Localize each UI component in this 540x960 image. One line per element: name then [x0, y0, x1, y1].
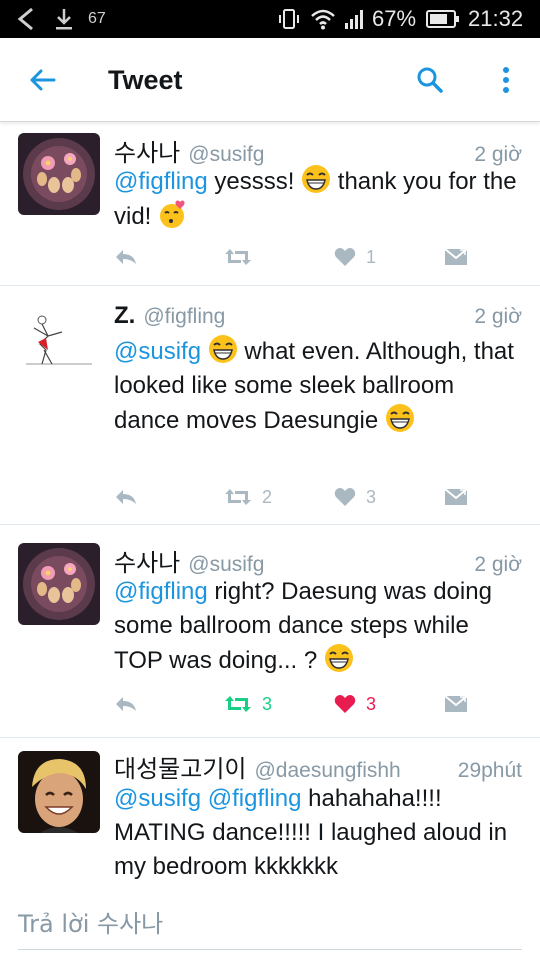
- avatar[interactable]: [18, 751, 100, 833]
- envelope-icon: [444, 248, 468, 265]
- mention-link[interactable]: @figfling: [208, 785, 302, 812]
- grinning-emoji-icon: [324, 644, 353, 672]
- kissing-emoji-icon: [160, 200, 185, 228]
- clock: 21:32: [468, 6, 524, 31]
- retweet-icon: [225, 249, 251, 265]
- tweet-text: @susifg @figfling hahahaha!!!! MATING da…: [114, 782, 522, 884]
- like-button[interactable]: 3: [334, 689, 376, 719]
- tweet-time: 2 giờ: [474, 305, 522, 328]
- text-segment: yessss!: [207, 168, 302, 195]
- mention-link[interactable]: @figfling: [114, 168, 208, 195]
- author-name[interactable]: 대성물고기이: [114, 749, 246, 784]
- reply-icon: [116, 250, 136, 264]
- author-handle[interactable]: @susifg: [188, 553, 264, 577]
- retweet-icon: [225, 489, 251, 505]
- text-segment: [201, 338, 208, 365]
- like-button[interactable]: 3: [334, 482, 376, 512]
- retweet-button[interactable]: [224, 242, 262, 272]
- author-name[interactable]: 수사나: [114, 543, 180, 578]
- wifi-icon: [310, 0, 336, 38]
- download-icon: [54, 0, 74, 38]
- reply-button[interactable]: [114, 242, 138, 272]
- retweet-count: 2: [262, 486, 273, 507]
- tweet-text: @figfling yessss! thank you for the vid!: [114, 164, 522, 234]
- like-count: 1: [366, 246, 377, 267]
- avatar[interactable]: [18, 133, 100, 215]
- grinning-emoji-icon: [208, 335, 237, 363]
- tweet-text: @susifg what even. Although, that looked…: [114, 334, 522, 438]
- overflow-menu-button[interactable]: [490, 60, 522, 100]
- text-segment: [201, 785, 208, 812]
- vibrate-icon: [278, 0, 300, 38]
- mention-link[interactable]: @figfling: [114, 578, 208, 605]
- reply-placeholder: Trả lời 수사나: [18, 910, 164, 938]
- avatar[interactable]: [18, 306, 100, 388]
- tweet[interactable]: Z. @figfling 2 giờ @susifg what even. Al…: [0, 286, 540, 524]
- battery-icon: [426, 0, 460, 38]
- retweet-icon: [225, 696, 251, 712]
- signal-icon: [344, 0, 366, 38]
- tweet-actions: 3 3: [114, 689, 522, 719]
- reply-icon: [116, 490, 136, 504]
- like-count: 3: [366, 486, 377, 507]
- author-name[interactable]: Z.: [114, 302, 135, 330]
- tweet-actions: 1: [114, 242, 522, 272]
- arrow-left-icon: [30, 69, 56, 91]
- tweet-time: 2 giờ: [474, 553, 522, 576]
- tweet-time: 29phút: [457, 759, 522, 782]
- reply-button[interactable]: [114, 689, 138, 719]
- author-handle[interactable]: @figfling: [143, 305, 225, 329]
- envelope-icon: [444, 695, 468, 712]
- retweet-button[interactable]: 2: [224, 482, 272, 512]
- tweet-text: @figfling right? Daesung was doing some …: [114, 575, 522, 678]
- grinning-emoji-icon: [385, 404, 414, 432]
- direct-message-button[interactable]: [444, 242, 468, 272]
- like-button[interactable]: 1: [334, 242, 376, 272]
- mention-link[interactable]: @susifg: [114, 338, 201, 365]
- back-button[interactable]: [22, 60, 62, 100]
- reply-icon: [116, 697, 136, 711]
- avatar[interactable]: [18, 543, 100, 625]
- direct-message-button[interactable]: [444, 689, 468, 719]
- more-vertical-icon: [503, 67, 509, 93]
- battery-percent: 67%: [372, 6, 417, 31]
- tweet[interactable]: 수사나 @susifg 2 giờ @figfling right? Daesu…: [0, 525, 540, 737]
- tweet[interactable]: 대성물고기이 @daesungfishh 29phút @susifg @fig…: [0, 738, 540, 898]
- search-button[interactable]: [410, 60, 450, 100]
- search-icon: [417, 67, 443, 93]
- page-title: Tweet: [108, 65, 183, 95]
- heart-icon: [334, 488, 356, 506]
- status-bar: 67 67% 21:32: [0, 0, 540, 38]
- back-gesture-icon: [14, 0, 40, 38]
- envelope-icon: [444, 488, 468, 505]
- retweet-count: 3: [262, 693, 273, 714]
- tweet[interactable]: 수사나 @susifg 2 giờ @figfling yessss! than…: [0, 125, 540, 285]
- like-count: 3: [366, 693, 377, 714]
- app-bar: Tweet: [0, 38, 540, 122]
- author-name[interactable]: 수사나: [114, 133, 180, 168]
- grinning-emoji-icon: [302, 165, 331, 193]
- reply-input[interactable]: Trả lời 수사나: [18, 902, 522, 950]
- heart-icon: [334, 695, 356, 713]
- direct-message-button[interactable]: [444, 482, 468, 512]
- author-handle[interactable]: @daesungfishh: [254, 759, 400, 783]
- mention-link[interactable]: @susifg: [114, 785, 201, 812]
- tweet-actions: 2 3: [114, 482, 522, 512]
- heart-icon: [334, 248, 356, 266]
- notification-count: 67: [88, 10, 106, 27]
- reply-button[interactable]: [114, 482, 138, 512]
- retweet-button[interactable]: 3: [224, 689, 272, 719]
